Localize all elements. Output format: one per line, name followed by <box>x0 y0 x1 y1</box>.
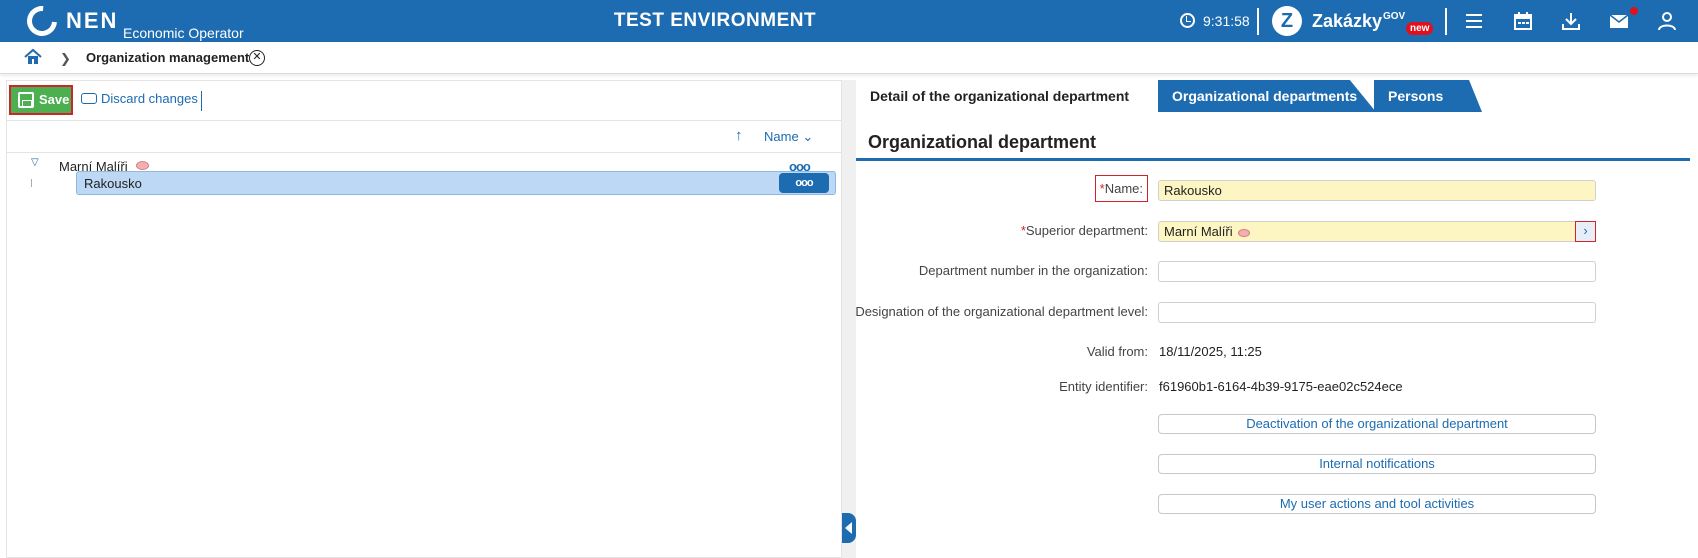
discard-label: Discard changes <box>101 91 198 106</box>
header-divider <box>1257 8 1259 35</box>
name-field[interactable]: Rakousko <box>1158 180 1596 201</box>
tab-detail[interactable]: Detail of the organizational department <box>856 80 1156 112</box>
department-flag-icon <box>136 161 149 170</box>
deactivate-button[interactable]: Deactivation of the organizational depar… <box>1158 414 1596 434</box>
superior-lookup-button[interactable]: › <box>1575 221 1596 242</box>
level-designation-label: Designation of the organizational depart… <box>855 304 1148 319</box>
calendar-icon[interactable] <box>1512 10 1534 32</box>
detail-panel: Detail of the organizational department … <box>855 80 1692 558</box>
zakazky-logo-icon[interactable]: Z <box>1272 6 1302 36</box>
close-tab-icon[interactable]: ✕ <box>249 50 265 66</box>
discard-icon <box>81 93 97 104</box>
zakazky-link[interactable]: Zakázky <box>1312 11 1382 32</box>
sort-bar: ↑ Name ⌄ <box>7 121 843 153</box>
user-icon[interactable] <box>1656 10 1678 32</box>
session-clock: 9:31:58 <box>1203 13 1250 29</box>
entity-identifier-value: f61960b1-6164-4b39-9175-eae02c524ece <box>1159 379 1403 394</box>
tree-node-more-button[interactable]: ooo <box>779 173 829 193</box>
clock-icon <box>1180 13 1195 28</box>
mail-icon[interactable] <box>1608 10 1630 32</box>
chevron-down-icon: ⌄ <box>802 129 814 144</box>
section-title: Organizational department <box>868 132 1097 152</box>
save-icon <box>18 92 34 108</box>
tree-collapse-icon[interactable]: ▽ <box>31 157 39 168</box>
save-button[interactable]: Save <box>9 85 73 115</box>
tree-panel: Save Discard changes ↑ Name ⌄ ▽ Marní Ma… <box>6 80 843 558</box>
top-bar: NEN Economic Operator TEST ENVIRONMENT 9… <box>0 0 1698 43</box>
download-icon[interactable] <box>1560 10 1582 32</box>
breadcrumb: ❯ Organization management ✕ <box>0 42 1698 74</box>
tree-connector <box>31 179 32 187</box>
toolbar-divider <box>201 91 202 111</box>
zakazky-new-badge: new <box>1406 22 1434 35</box>
home-icon[interactable] <box>24 48 42 66</box>
department-number-field[interactable] <box>1158 261 1596 282</box>
valid-from-label: Valid from: <box>1086 344 1148 359</box>
tab-organizational-departments[interactable]: Organizational departments <box>1158 80 1376 112</box>
department-flag-icon <box>1237 228 1250 237</box>
header-divider <box>1445 8 1447 35</box>
tree-node-selected[interactable]: Rakousko ooo <box>76 171 836 195</box>
sort-by-name-dropdown[interactable]: Name ⌄ <box>764 129 813 145</box>
valid-from-value: 18/11/2025, 11:25 <box>1159 344 1262 359</box>
superior-department-label: *Superior department: <box>1020 223 1148 238</box>
save-label: Save <box>39 92 70 107</box>
entity-identifier-label: Entity identifier: <box>1059 379 1148 394</box>
collapse-panel-icon[interactable] <box>842 513 856 543</box>
hamburger-menu-icon[interactable] <box>1463 10 1485 32</box>
panel-splitter[interactable] <box>842 80 856 558</box>
name-label: *Name: <box>1094 175 1148 202</box>
breadcrumb-current[interactable]: Organization management <box>86 50 249 65</box>
section-divider <box>856 158 1690 161</box>
department-number-label: Department number in the organization: <box>918 263 1148 278</box>
tab-persons[interactable]: Persons <box>1374 80 1482 112</box>
zakazky-gov-label: GOV <box>1383 11 1406 22</box>
tree-toolbar: Save Discard changes <box>7 81 843 121</box>
superior-department-field[interactable]: Marní Malíři <box>1158 221 1596 242</box>
logo-text[interactable]: NEN <box>66 8 118 34</box>
user-activities-button[interactable]: My user actions and tool activities <box>1158 494 1596 514</box>
sort-ascending-icon[interactable]: ↑ <box>735 127 743 144</box>
logo-subtitle: Economic Operator <box>123 25 244 41</box>
nen-logo-icon[interactable] <box>20 0 64 43</box>
level-designation-field[interactable] <box>1158 302 1596 323</box>
chevron-right-icon: ❯ <box>60 51 71 66</box>
mail-notification-dot <box>1630 7 1638 15</box>
environment-title: TEST ENVIRONMENT <box>613 10 817 31</box>
tree-node-label: Rakousko <box>84 176 142 191</box>
internal-notifications-button[interactable]: Internal notifications <box>1158 454 1596 474</box>
discard-changes-button[interactable]: Discard changes <box>81 91 198 106</box>
sort-label: Name <box>764 129 799 144</box>
